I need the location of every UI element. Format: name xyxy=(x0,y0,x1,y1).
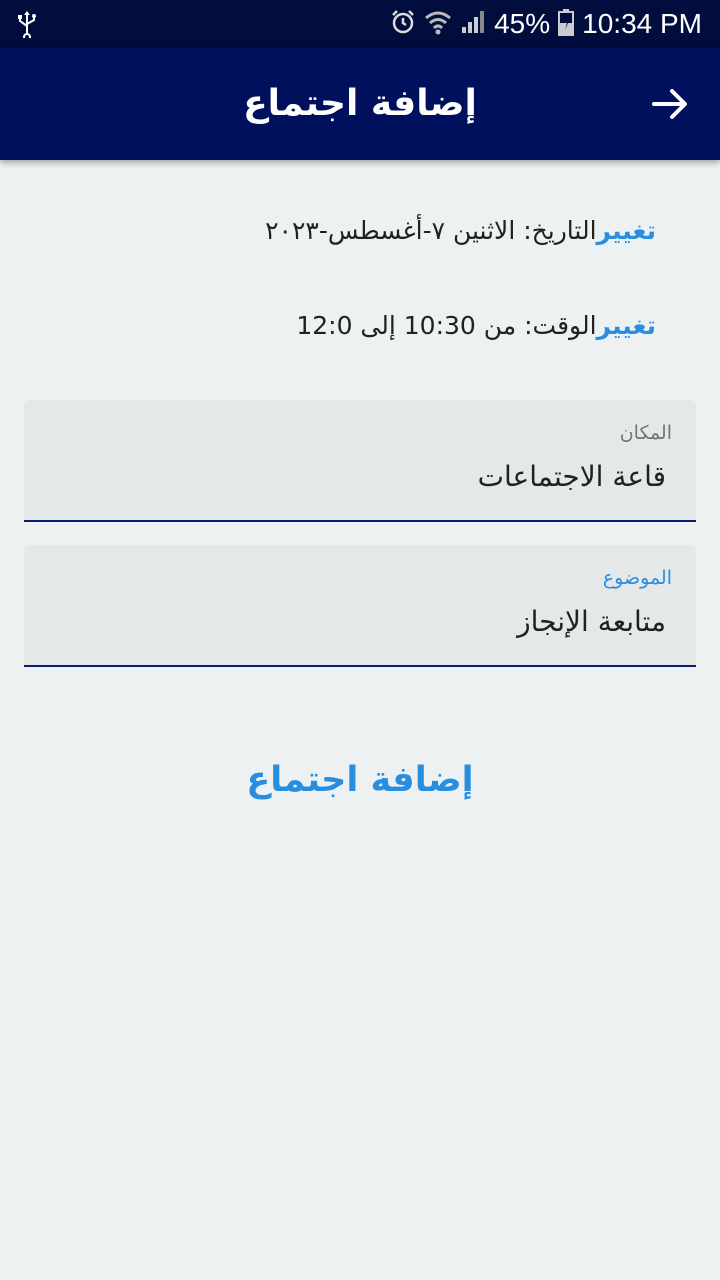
signal-icon xyxy=(460,9,486,39)
subject-field-value[interactable]: متابعة الإنجاز xyxy=(517,605,666,638)
battery-percent: 45% xyxy=(494,8,551,39)
battery-icon xyxy=(558,8,575,40)
page-title: إضافة اجتماع xyxy=(243,83,477,124)
status-bar: 45% 10:34 PM xyxy=(0,0,720,48)
back-arrow-icon[interactable] xyxy=(648,82,692,126)
change-time-button[interactable]: تغيير xyxy=(597,311,656,340)
location-field-label: المكان xyxy=(619,422,672,444)
clock: 10:34 PM xyxy=(582,8,702,39)
subject-field-label: الموضوع xyxy=(602,567,672,589)
wifi-icon xyxy=(424,8,452,40)
app-bar: إضافة اجتماع xyxy=(0,48,720,160)
location-field-value[interactable]: قاعة الاجتماعات xyxy=(478,460,666,493)
time-label: الوقت: من 10:30 إلى 12:0 xyxy=(296,310,597,340)
location-field[interactable]: المكان قاعة الاجتماعات xyxy=(24,400,696,522)
change-date-button[interactable]: تغيير xyxy=(597,216,656,245)
date-row: التاريخ: الاثنين ٧-أغسطس-٢٠٢٣ تغيير xyxy=(265,208,694,252)
usb-icon xyxy=(16,10,38,42)
alarm-icon xyxy=(390,9,416,39)
add-meeting-button[interactable]: إضافة اجتماع xyxy=(0,750,720,810)
date-label: التاريخ: الاثنين ٧-أغسطس-٢٠٢٣ xyxy=(265,215,597,245)
subject-field[interactable]: الموضوع متابعة الإنجاز xyxy=(24,545,696,667)
time-row: الوقت: من 10:30 إلى 12:0 تغيير xyxy=(296,303,694,347)
